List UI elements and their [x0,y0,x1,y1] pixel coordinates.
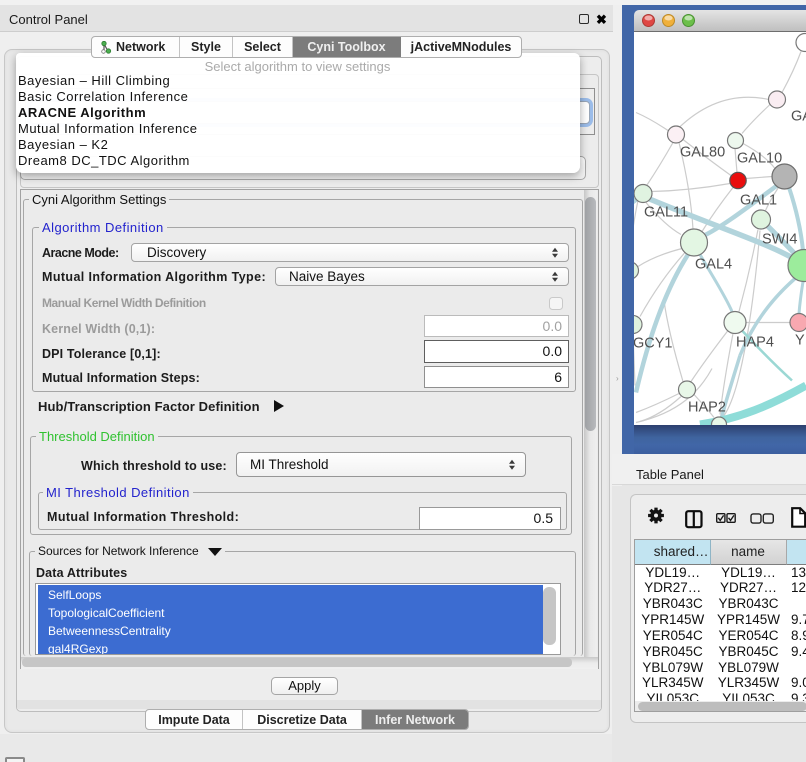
svg-text:GAL1: GAL1 [740,192,777,208]
svg-text:HAP4: HAP4 [736,334,774,350]
svg-text:GCY1: GCY1 [634,335,673,351]
svg-text:SWI4: SWI4 [762,231,797,247]
svg-text:Y: Y [795,332,805,348]
svg-text:GAL11: GAL11 [644,204,688,220]
svg-text:GAL7: GAL7 [791,108,806,124]
svg-text:HAP2: HAP2 [688,399,726,415]
svg-text:GAL80: GAL80 [680,144,725,160]
svg-text:GAL10: GAL10 [737,150,782,166]
svg-text:GAL4: GAL4 [695,256,732,272]
